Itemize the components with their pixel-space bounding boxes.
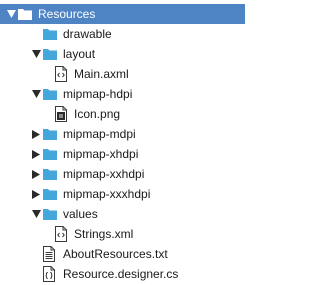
chevron-down-icon[interactable] <box>6 9 16 19</box>
chevron-down-icon[interactable] <box>31 49 41 59</box>
resources-tree: Resources drawable layout Main.axml mipm… <box>0 0 245 285</box>
tree-item-label: mipmap-xhdpi <box>63 147 139 161</box>
folder-icon <box>42 126 58 142</box>
folder-icon <box>42 86 58 102</box>
tree-item-label: mipmap-mdpi <box>63 127 136 141</box>
tree-item-main-axml[interactable]: Main.axml <box>0 64 245 84</box>
folder-icon <box>42 186 58 202</box>
tree-item-layout[interactable]: layout <box>0 44 245 64</box>
folder-icon <box>42 46 58 62</box>
chevron-right-icon[interactable] <box>31 129 41 139</box>
chevron-right-icon[interactable] <box>31 149 41 159</box>
tree-item-label: layout <box>63 47 96 61</box>
tree-item-label: mipmap-xxhdpi <box>63 167 145 181</box>
tree-item-label: Main.axml <box>74 67 129 81</box>
tree-item-resources[interactable]: Resources <box>0 4 245 24</box>
tree-item-mipmap-mdpi[interactable]: mipmap-mdpi <box>0 124 245 144</box>
folder-icon <box>17 6 33 22</box>
tree-item-values[interactable]: values <box>0 204 245 224</box>
chevron-down-icon[interactable] <box>31 89 41 99</box>
tree-item-drawable[interactable]: drawable <box>0 24 245 44</box>
folder-icon <box>42 206 58 222</box>
tree-item-mipmap-hdpi[interactable]: mipmap-hdpi <box>0 84 245 104</box>
tree-item-resource-designer[interactable]: Resource.designer.cs <box>0 264 245 284</box>
folder-icon <box>42 166 58 182</box>
xml-file-icon <box>54 66 70 82</box>
tree-item-mipmap-xhdpi[interactable]: mipmap-xhdpi <box>0 144 245 164</box>
tree-item-about-resources[interactable]: AboutResources.txt <box>0 244 245 264</box>
tree-item-strings-xml[interactable]: Strings.xml <box>0 224 245 244</box>
tree-item-label: drawable <box>63 27 112 41</box>
tree-item-label: mipmap-hdpi <box>63 87 133 101</box>
folder-icon <box>42 26 58 42</box>
chevron-down-icon[interactable] <box>31 209 41 219</box>
xml-file-icon <box>54 226 70 242</box>
tree-item-mipmap-xxhdpi[interactable]: mipmap-xxhdpi <box>0 164 245 184</box>
text-file-icon <box>42 246 58 262</box>
tree-item-mipmap-xxxhdpi[interactable]: mipmap-xxxhdpi <box>0 184 245 204</box>
tree-item-label: AboutResources.txt <box>63 247 168 261</box>
code-file-icon <box>42 266 58 282</box>
tree-item-label: Resources <box>38 7 96 21</box>
tree-item-icon-png[interactable]: Icon.png <box>0 104 245 124</box>
folder-icon <box>42 146 58 162</box>
chevron-right-icon[interactable] <box>31 169 41 179</box>
tree-item-label: Resource.designer.cs <box>63 267 179 281</box>
tree-item-label: Icon.png <box>74 107 121 121</box>
tree-item-label: mipmap-xxxhdpi <box>63 187 151 201</box>
image-file-icon <box>54 106 70 122</box>
chevron-right-icon[interactable] <box>31 189 41 199</box>
tree-item-label: values <box>63 207 98 221</box>
tree-item-label: Strings.xml <box>74 227 134 241</box>
